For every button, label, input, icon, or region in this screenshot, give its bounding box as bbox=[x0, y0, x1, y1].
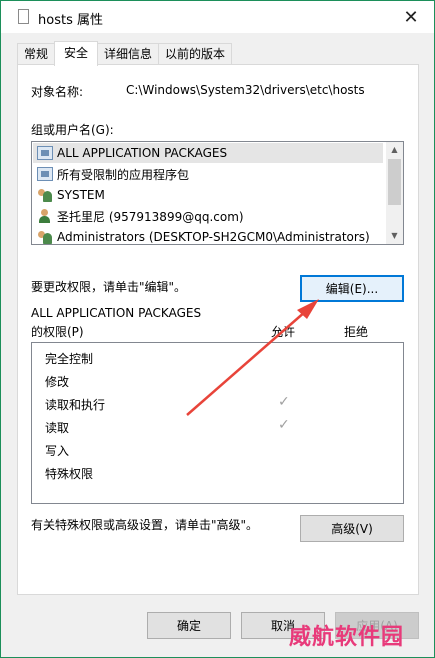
group-list-label: 组或用户名(G): bbox=[31, 123, 114, 137]
package-icon bbox=[37, 167, 53, 181]
tab-security[interactable]: 安全 bbox=[54, 41, 99, 66]
user-icon bbox=[37, 209, 53, 223]
user-name: SYSTEM bbox=[57, 188, 105, 202]
permission-name: 读取和执行 bbox=[45, 398, 106, 412]
package-icon bbox=[37, 146, 53, 160]
close-icon: ✕ bbox=[403, 6, 419, 28]
tab-general[interactable]: 常规 bbox=[17, 43, 56, 65]
permissions-for-label: ALL APPLICATION PACKAGES bbox=[31, 306, 202, 320]
advanced-hint: 有关特殊权限或高级设置，请单击"高级"。 bbox=[31, 518, 259, 532]
properties-window: hosts 属性 ✕ 常规 安全 详细信息 以前的版本 对象名称: C:\Win… bbox=[0, 0, 435, 658]
advanced-button[interactable]: 高级(V) bbox=[300, 515, 404, 542]
list-item[interactable]: SYSTEM bbox=[33, 185, 383, 205]
file-icon bbox=[18, 9, 29, 24]
permissions-list: 完全控制 修改 读取和执行 ✓ 读取 ✓ 写入 特殊权限 bbox=[31, 342, 404, 504]
title-bar: hosts 属性 ✕ bbox=[1, 1, 434, 33]
ok-button[interactable]: 确定 bbox=[147, 612, 231, 639]
scroll-up-icon[interactable]: ▲ bbox=[386, 142, 403, 158]
group-user-list[interactable]: ALL APPLICATION PACKAGES 所有受限制的应用程序包 SYS… bbox=[31, 141, 404, 245]
permission-name: 特殊权限 bbox=[45, 467, 94, 481]
object-name-value: C:\Windows\System32\drivers\etc\hosts bbox=[126, 83, 365, 97]
scroll-down-icon[interactable]: ▼ bbox=[386, 228, 403, 244]
list-item[interactable]: 所有受限制的应用程序包 bbox=[33, 164, 383, 184]
user-name: ALL APPLICATION PACKAGES bbox=[57, 146, 228, 160]
user-name: 所有受限制的应用程序包 bbox=[57, 167, 190, 182]
permission-name: 完全控制 bbox=[45, 352, 94, 366]
user-name: Administrators (DESKTOP-SH2GCM0\Administ… bbox=[57, 230, 370, 244]
permission-name: 写入 bbox=[45, 444, 70, 458]
permission-name: 修改 bbox=[45, 375, 70, 389]
change-permissions-hint: 要更改权限，请单击"编辑"。 bbox=[31, 280, 187, 294]
user-name: 圣托里尼 (957913899@qq.com) bbox=[57, 209, 244, 224]
group-icon bbox=[37, 230, 53, 244]
close-button[interactable]: ✕ bbox=[388, 1, 434, 33]
tab-bar: 常规 安全 详细信息 以前的版本 bbox=[17, 41, 233, 66]
group-icon bbox=[37, 188, 53, 202]
edit-button[interactable]: 编辑(E)... bbox=[300, 275, 404, 302]
tab-details[interactable]: 详细信息 bbox=[97, 43, 160, 65]
list-scrollbar[interactable]: ▲ ▼ bbox=[386, 142, 403, 244]
list-item[interactable]: 圣托里尼 (957913899@qq.com) bbox=[33, 206, 383, 226]
permission-name: 读取 bbox=[45, 421, 70, 435]
allow-check-icon: ✓ bbox=[278, 417, 290, 433]
allow-column-header: 允许 bbox=[271, 325, 296, 339]
watermark-text: 威航软件园 bbox=[289, 625, 405, 650]
window-title: hosts 属性 bbox=[38, 13, 103, 28]
allow-check-icon: ✓ bbox=[278, 394, 290, 410]
list-item[interactable]: Administrators (DESKTOP-SH2GCM0\Administ… bbox=[33, 227, 383, 244]
deny-column-header: 拒绝 bbox=[344, 325, 369, 339]
list-item[interactable]: ALL APPLICATION PACKAGES bbox=[33, 143, 383, 163]
permissions-label: 的权限(P) bbox=[31, 325, 84, 339]
tab-previous-versions[interactable]: 以前的版本 bbox=[158, 43, 233, 65]
object-name-label: 对象名称: bbox=[31, 85, 84, 99]
scroll-thumb[interactable] bbox=[388, 159, 401, 205]
